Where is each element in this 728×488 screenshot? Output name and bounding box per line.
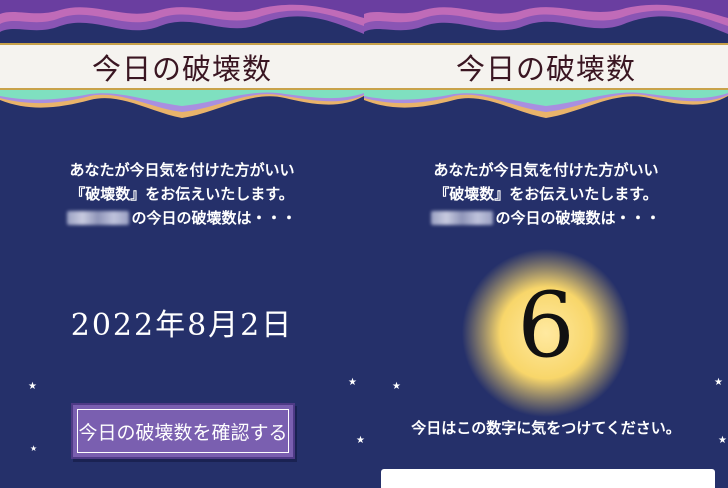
- intro-line-1: あなたが今日気を付けた方がいい: [69, 161, 295, 179]
- content-card: [381, 469, 715, 488]
- page-title: 今日の破壊数: [91, 51, 272, 86]
- intro-line-2: 『破壊数』をお伝えいたします。: [434, 185, 658, 203]
- result-panel: 今日の破壊数 あなたが今日気を付けた方がいい 『破壊数』をお伝えいたします。 の…: [364, 0, 728, 488]
- blurred-username: [67, 211, 130, 225]
- star-icon: ★: [28, 381, 37, 392]
- star-icon: ★: [714, 377, 723, 388]
- date-panel: 今日の破壊数 あなたが今日気を付けた方がいい 『破壊数』をお伝えいたします。 の…: [0, 0, 365, 488]
- confirm-button-label: 今日の破壊数を確認する: [78, 421, 288, 444]
- app-screen: 今日の破壊数 あなたが今日気を付けた方がいい 『破壊数』をお伝えいたします。 の…: [0, 0, 728, 488]
- intro-line-3: の今日の破壊数は・・・: [0, 206, 364, 230]
- blurred-username: [431, 211, 494, 225]
- intro-text: あなたが今日気を付けた方がいい 『破壊数』をお伝えいたします。 の今日の破壊数は…: [364, 158, 728, 230]
- intro-line-3-text: の今日の破壊数は・・・: [131, 209, 297, 227]
- intro-line-1: あなたが今日気を付けた方がいい: [433, 161, 659, 179]
- intro-line-3-text: の今日の破壊数は・・・: [495, 209, 661, 227]
- intro-line-3: の今日の破壊数は・・・: [364, 206, 728, 230]
- destruction-number: 6: [517, 273, 575, 378]
- today-date: 2022年8月2日: [70, 308, 294, 343]
- confirm-destruction-number-button[interactable]: 今日の破壊数を確認する: [71, 403, 295, 459]
- star-icon: ★: [392, 381, 401, 392]
- intro-text: あなたが今日気を付けた方がいい 『破壊数』をお伝えいたします。 の今日の破壊数は…: [0, 158, 364, 230]
- title-bar: 今日の破壊数: [0, 43, 364, 90]
- title-bar: 今日の破壊数: [364, 43, 728, 90]
- caution-message: 今日はこの数字に気をつけてください。: [411, 419, 681, 437]
- star-icon: ★: [348, 377, 357, 388]
- intro-line-2: 『破壊数』をお伝えいたします。: [70, 185, 294, 203]
- page-title: 今日の破壊数: [455, 51, 636, 86]
- star-icon: ★: [30, 444, 38, 453]
